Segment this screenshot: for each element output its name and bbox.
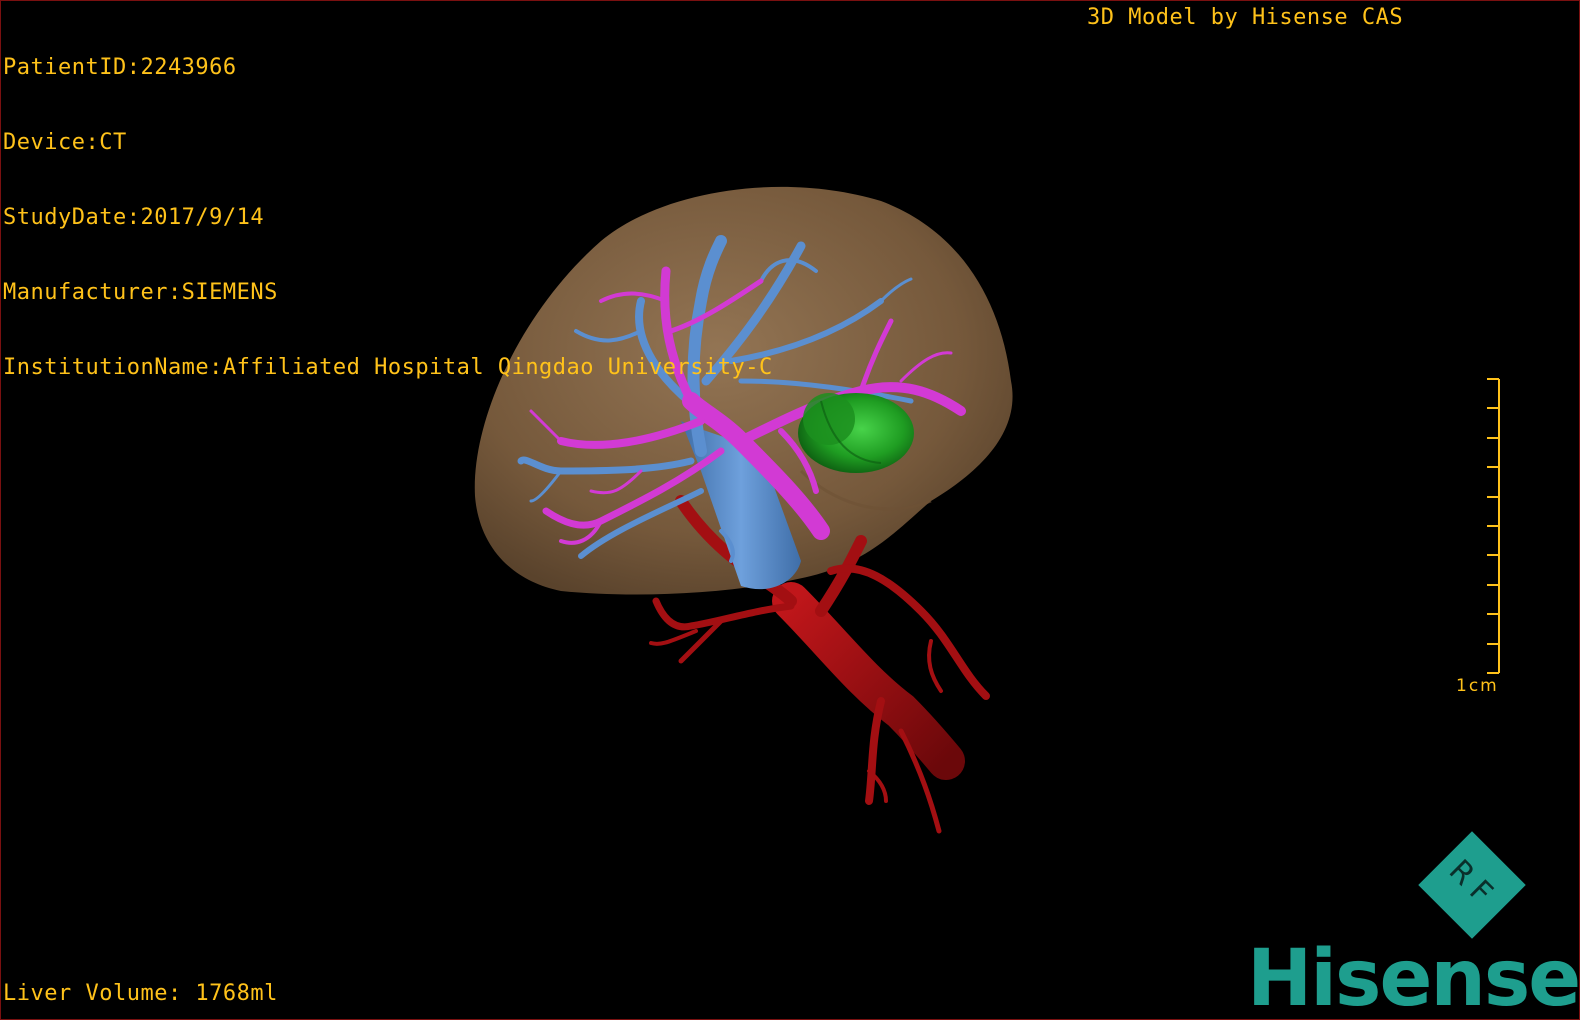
manufacturer-label: Manufacturer:SIEMENS	[3, 280, 278, 305]
study-date-label: StudyDate:2017/9/14	[3, 205, 265, 230]
patient-id-label: PatientID:2243966	[3, 55, 237, 80]
dicom-info-overlay: PatientID:2243966 Device:CT StudyDate:20…	[3, 5, 773, 430]
hisense-logo: Hisense	[1247, 934, 1580, 1020]
tumor-lesion	[798, 393, 914, 473]
institution-label: InstitutionName:Affiliated Hospital Qing…	[3, 355, 773, 380]
3d-render-viewport[interactable]: PatientID:2243966 Device:CT StudyDate:20…	[0, 0, 1580, 1020]
scale-bar-icon	[1487, 378, 1500, 674]
scale-bar-label: 1cm	[1456, 676, 1499, 696]
device-label: Device:CT	[3, 130, 127, 155]
model-credit-label: 3D Model by Hisense CAS	[1087, 5, 1404, 30]
liver-volume-label: Liver Volume: 1768ml	[3, 981, 278, 1006]
